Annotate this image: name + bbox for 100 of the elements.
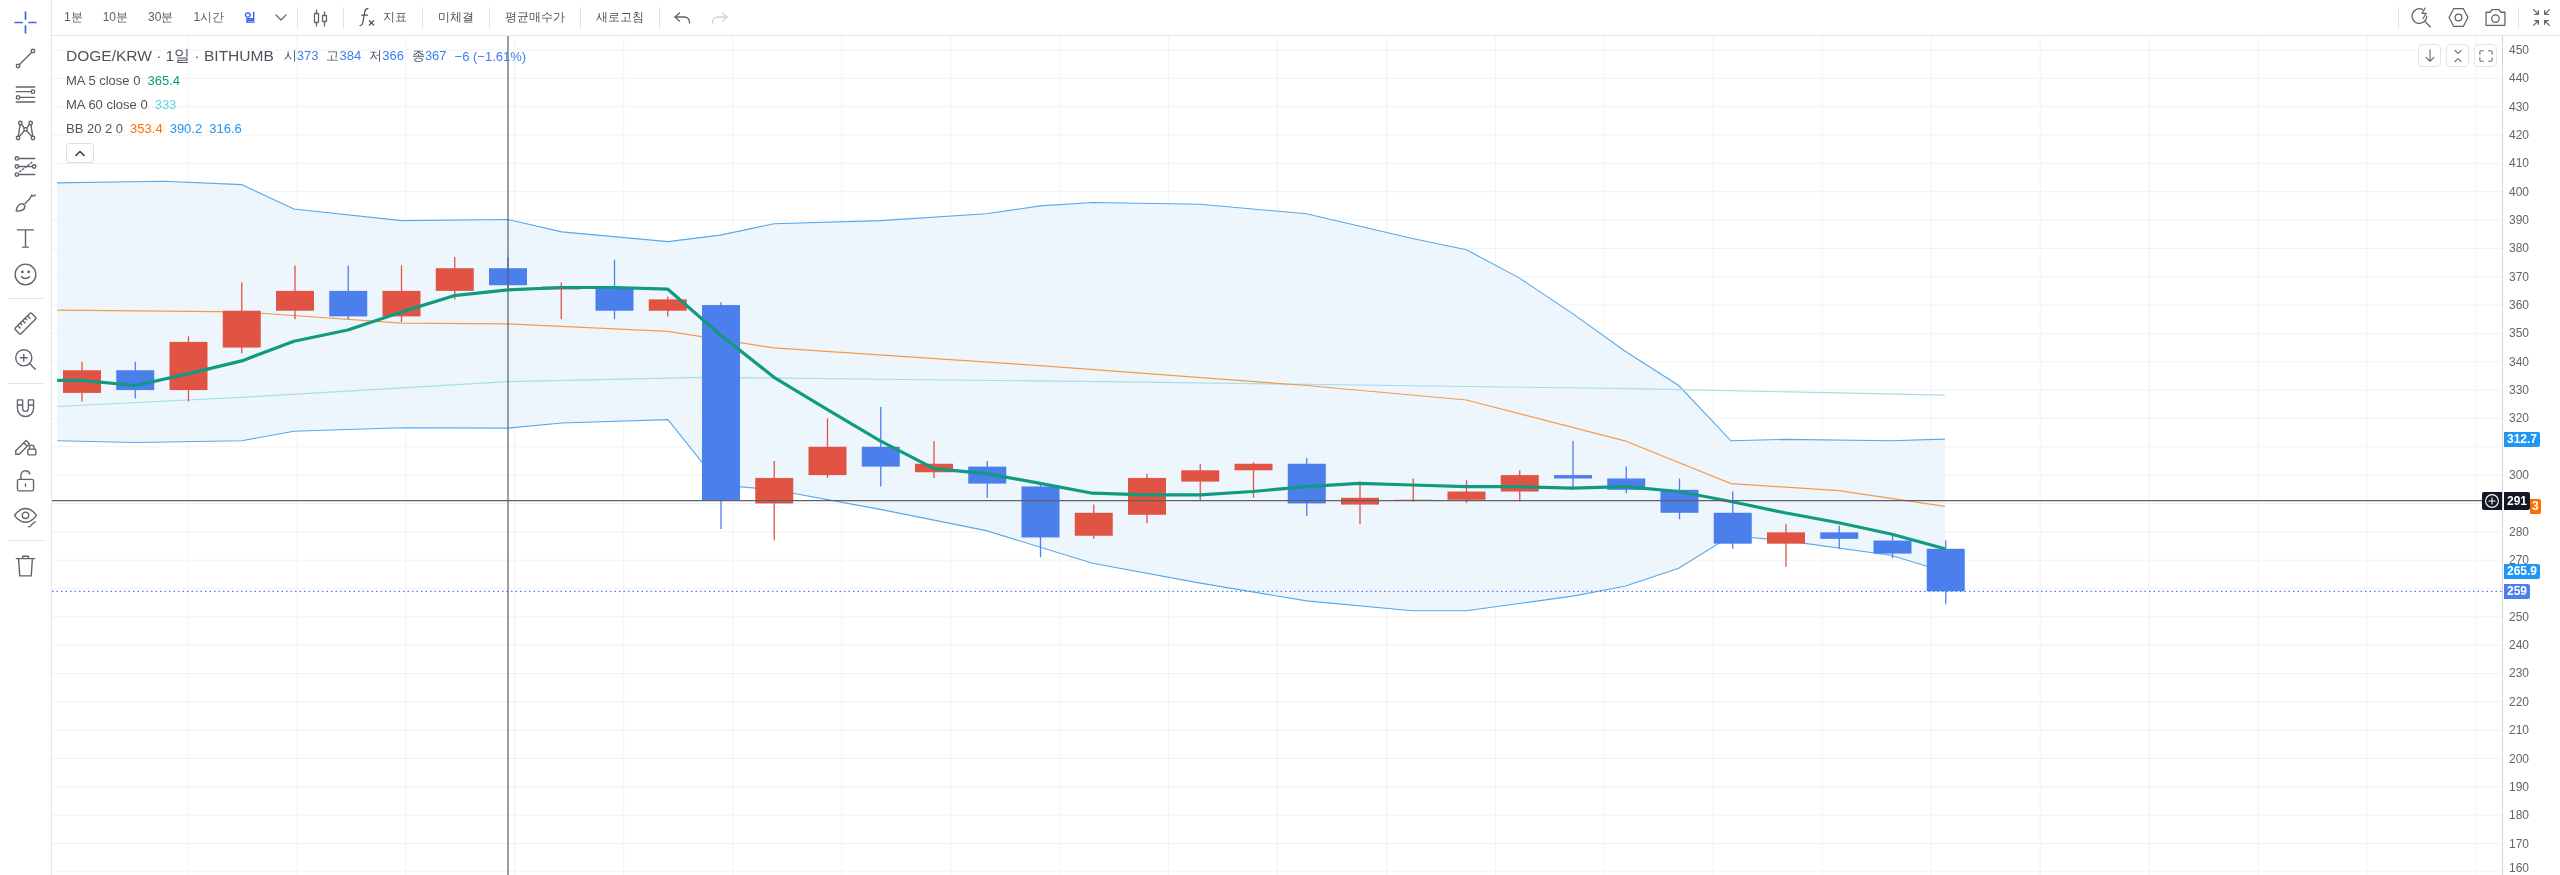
chevron-up-icon: [75, 149, 85, 157]
price-change: −6 (−1.61%): [454, 48, 527, 64]
settings-icon: [2448, 7, 2469, 28]
price-label: 220: [2509, 694, 2530, 709]
interval-tab[interactable]: 1분: [54, 2, 93, 33]
indicator-value: 353.4: [130, 120, 163, 136]
indicator-value: 333: [154, 96, 177, 112]
price-label: 380: [2509, 241, 2530, 256]
indicator-name: MA 5 close 0: [66, 72, 141, 88]
price-tag: 291: [2504, 491, 2531, 510]
smiley-icon: [14, 262, 37, 286]
falling-candle: [1660, 477, 1699, 520]
price-label: 360: [2509, 298, 2530, 313]
price-label: 280: [2509, 524, 2530, 539]
price-label: 200: [2509, 751, 2530, 766]
rising-candle: [1447, 479, 1486, 504]
crosshair-icon: [14, 10, 37, 34]
price-label: 430: [2509, 99, 2530, 114]
falling-candle: [1926, 539, 1965, 605]
price-label: 240: [2509, 638, 2530, 653]
falling-candle: [1873, 533, 1912, 560]
add-alert-button[interactable]: [2482, 491, 2502, 510]
interval-tab[interactable]: 10분: [92, 2, 139, 33]
falling-candle: [116, 361, 155, 400]
ohlc-value: 종367: [411, 47, 447, 65]
rising-candle: [808, 417, 847, 479]
rising-candle: [169, 335, 208, 403]
interval-tab[interactable]: 1시간: [183, 2, 235, 33]
indicator-name: BB 20 2 0: [66, 120, 124, 136]
price-tag: 259: [2504, 583, 2531, 599]
falling-candle: [595, 259, 634, 320]
function-icon: [359, 8, 376, 27]
rising-candle: [1234, 461, 1273, 499]
price-label: 250: [2509, 609, 2530, 624]
falling-candle: [1287, 457, 1326, 517]
price-tag: 312.7: [2504, 431, 2541, 447]
rising-candle: [63, 361, 101, 403]
line-segment-icon: [14, 46, 37, 70]
zigzag-pattern-icon: [14, 118, 37, 142]
falling-candle: [1607, 465, 1646, 494]
ohlc-value: 고384: [326, 47, 362, 65]
magnet-icon: [14, 396, 37, 420]
falling-candle: [329, 264, 368, 320]
camera-icon: [2485, 7, 2506, 28]
rising-candle: [915, 440, 953, 479]
rising-candle: [648, 295, 687, 318]
price-tag: 265.9: [2504, 564, 2541, 580]
zoom-in-icon: [14, 347, 37, 371]
rising-candle: [1074, 503, 1113, 540]
indicator-value: 316.6: [209, 120, 242, 136]
lightning-search-icon: [2411, 7, 2432, 28]
toolbar-button[interactable]: 새로고침: [585, 2, 656, 33]
indicator-name: MA 60 close 0: [66, 96, 148, 112]
price-label: 160: [2509, 861, 2530, 875]
rising-candle: [276, 264, 314, 320]
interval-tab[interactable]: 일: [234, 2, 267, 33]
interval-tab[interactable]: 30분: [138, 2, 184, 33]
indicator-value: 390.2: [169, 120, 203, 136]
price-label: 420: [2509, 128, 2530, 142]
toolbar-button[interactable]: 미체결: [427, 2, 486, 33]
price-label: 450: [2509, 43, 2530, 57]
auto-fit-button[interactable]: [2446, 44, 2469, 67]
padlock-icon: [14, 468, 37, 492]
indicator-value: 365.4: [147, 72, 180, 88]
legend-toggle-button[interactable]: [66, 143, 94, 163]
toolbar-button[interactable]: 평균매수가: [494, 2, 577, 33]
price-label: 190: [2509, 779, 2530, 794]
rising-candle: [1181, 463, 1220, 502]
price-label: 180: [2509, 808, 2530, 823]
falling-candle: [1713, 490, 1752, 550]
price-label: 210: [2509, 723, 2530, 738]
price-label: 440: [2509, 71, 2530, 86]
indicators-button[interactable]: 지표: [348, 2, 419, 33]
rising-candle: [435, 256, 474, 301]
rising-candle: [382, 264, 421, 323]
price-label: 300: [2509, 468, 2530, 483]
reset-view-button[interactable]: [2474, 44, 2497, 67]
ruler-icon: [14, 311, 37, 335]
ohlc-value: 시373: [283, 47, 319, 65]
level-lines-icon: [14, 154, 37, 178]
candlestick-icon: [312, 8, 330, 27]
price-label: 390: [2509, 213, 2530, 228]
price-label: 350: [2509, 326, 2530, 341]
price-label: 370: [2509, 269, 2530, 284]
price-label: 400: [2509, 184, 2530, 199]
price-label: 410: [2509, 156, 2530, 171]
rising-candle: [1767, 523, 1805, 568]
ohlc-value: 저 366: [369, 47, 404, 65]
symbol-title: DOGE/KRW · 1일 · BITHUMB: [66, 45, 274, 66]
plus-circle-icon: [2485, 493, 2499, 508]
price-label: 230: [2509, 666, 2530, 681]
price-label: 170: [2509, 836, 2530, 851]
caret-down-icon: [275, 14, 288, 21]
falling-candle: [968, 460, 1007, 499]
price-label: 330: [2509, 383, 2530, 398]
arrows-inward-icon: [2531, 7, 2552, 28]
trash-icon: [14, 553, 37, 577]
rising-candle: [1128, 473, 1166, 524]
price-label: 320: [2509, 411, 2530, 426]
price-label: 340: [2509, 354, 2530, 369]
